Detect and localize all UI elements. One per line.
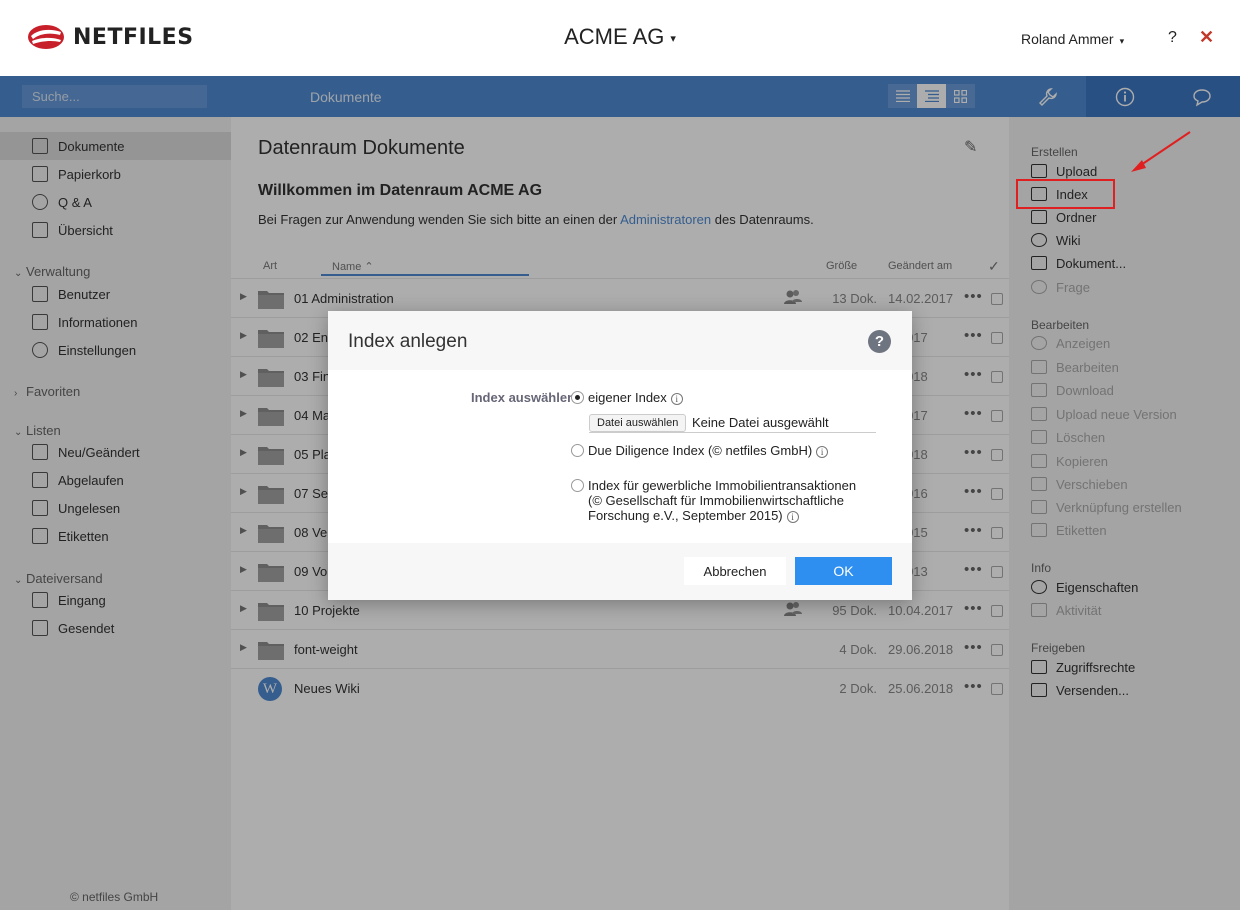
caret-down-icon: ▾ [1119, 36, 1125, 46]
highlight-box [1016, 179, 1115, 209]
info-icon[interactable]: i [670, 392, 683, 405]
radio-real-estate[interactable] [571, 479, 584, 492]
dialog-header: Index anlegen ? [328, 311, 912, 370]
info-icon[interactable]: i [816, 445, 829, 458]
user-menu[interactable]: Roland Ammer ▾ [1021, 31, 1124, 47]
red-arrow-icon [1131, 131, 1191, 172]
option-real-estate: Index für gewerbliche Immobilientransakt… [588, 478, 857, 523]
dialog-title: Index anlegen [348, 331, 468, 352]
file-divider [589, 432, 876, 433]
top-header: NETFILES ACME AG ▾ Roland Ammer ▾ ? ✕ [0, 0, 1240, 76]
help-button[interactable]: ? [1168, 29, 1177, 47]
close-icon[interactable]: ✕ [1199, 27, 1214, 48]
option-due-diligence: Due Diligence Index (© netfiles GmbH) i [588, 443, 829, 458]
info-icon[interactable]: i [786, 510, 799, 523]
dialog-footer: Abbrechen OK [328, 543, 912, 600]
caret-down-icon: ▾ [670, 32, 676, 45]
help-icon[interactable]: ? [868, 330, 891, 353]
cancel-button[interactable]: Abbrechen [684, 557, 786, 585]
option-own-index: eigener Index i [588, 390, 683, 405]
index-select-label: Index auswählen [471, 390, 576, 405]
user-name: Roland Ammer [1021, 31, 1114, 47]
radio-own-index[interactable] [571, 391, 584, 404]
index-dialog: Index anlegen ? Index auswählen eigener … [328, 311, 912, 600]
ok-button[interactable]: OK [795, 557, 892, 585]
file-status: Keine Datei ausgewählt [692, 415, 829, 430]
choose-file-button[interactable]: Datei auswählen [589, 414, 687, 432]
company-name: ACME AG [564, 24, 665, 49]
radio-due-diligence[interactable] [571, 444, 584, 457]
